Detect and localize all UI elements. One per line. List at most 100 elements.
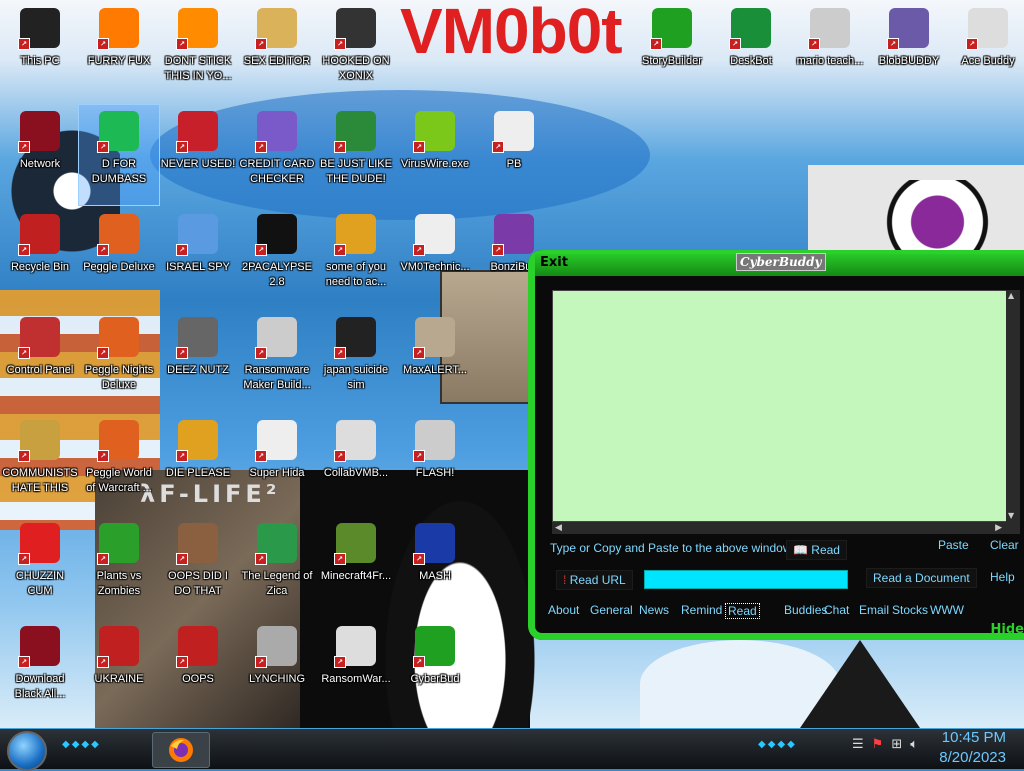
taskbar-app-firefox[interactable] — [152, 732, 210, 768]
action-center-icon[interactable]: ☰ — [852, 737, 864, 752]
desktop-icon[interactable]: ↗ VirusWire.exe — [395, 105, 475, 205]
window-app-icon: ↗ — [255, 317, 297, 359]
tab-www[interactable]: WWW — [930, 603, 964, 617]
desktop-icon[interactable]: ↗ 2PACALYPSE 2.8 — [237, 208, 317, 308]
desktop-icon-label: HOOKED ON XONIX — [322, 55, 390, 82]
cyberbuddy-window[interactable]: Exit CyberBuddy ▲ ▼ ◀ ▶ Type or Copy and… — [528, 250, 1024, 640]
desktop-icon[interactable]: ↗ LYNCHING — [237, 620, 317, 720]
tab-read[interactable]: Read — [725, 603, 760, 619]
read-button[interactable]: 📖 Read — [786, 540, 847, 560]
devcpp-icon: ↗ — [176, 111, 218, 153]
desktop-icon[interactable]: ↗ Peggle Nights Deluxe — [79, 311, 159, 411]
scroll-left-arrow-icon[interactable]: ◀ — [555, 522, 562, 534]
desktop-icon[interactable]: ↗ DEEZ NUTZ — [158, 311, 238, 411]
desktop-icon[interactable]: ↗ DeskBot — [711, 2, 791, 102]
oops-icon: ↗ — [176, 626, 218, 668]
desktop-icon[interactable]: ↗ mario teach... — [790, 2, 870, 102]
desktop-icon[interactable]: ↗ Peggle World of Warcraft ... — [79, 414, 159, 514]
dog-icon: ↗ — [334, 214, 376, 256]
desktop-icon[interactable]: ↗ FURRY FUX — [79, 2, 159, 102]
desktop-icon[interactable]: ↗ Ace Buddy — [948, 2, 1024, 102]
desktop-icon[interactable]: ↗ SEX EDITOR — [237, 2, 317, 102]
shortcut-arrow-icon: ↗ — [18, 656, 30, 668]
scroll-down-arrow-icon[interactable]: ▼ — [1008, 512, 1018, 520]
desktop-icon[interactable]: ↗ Network — [0, 105, 80, 205]
tab-stocks[interactable]: Stocks — [892, 603, 928, 617]
vertical-scrollbar[interactable]: ▲ ▼ — [1006, 290, 1020, 522]
clock[interactable]: 10:45 PM 8/20/2023 — [939, 728, 1006, 768]
desktop-icon[interactable]: ↗ Minecraft4Fr... — [316, 517, 396, 617]
read-document-button[interactable]: Read a Document — [866, 568, 977, 588]
text-input-pane[interactable] — [552, 290, 1008, 522]
desktop-icon[interactable]: ↗ FLASH! — [395, 414, 475, 514]
lime-icon: ↗ — [413, 111, 455, 153]
shortcut-arrow-icon: ↗ — [176, 656, 188, 668]
desktop-icon-label: Peggle Deluxe — [83, 261, 155, 273]
read-url-button[interactable]: ⁞ Read URL — [556, 570, 633, 590]
shortcut-arrow-icon: ↗ — [176, 450, 188, 462]
desktop-icon[interactable]: ↗ some of you need to ac... — [316, 208, 396, 308]
desktop-icon[interactable]: ↗ The Legend of Zica — [237, 517, 317, 617]
shortcut-arrow-icon: ↗ — [255, 141, 267, 153]
desktop-icon[interactable]: ↗ PB — [474, 105, 554, 205]
desktop-icon[interactable]: ↗ UKRAINE — [79, 620, 159, 720]
url-input[interactable] — [644, 570, 848, 589]
help-button[interactable]: Help — [984, 568, 1021, 586]
desktop-icon[interactable]: ↗ MaxALERT... — [395, 311, 475, 411]
desktop-icon[interactable]: ↗ CollabVMB... — [316, 414, 396, 514]
desktop-icon[interactable]: ↗ MASH — [395, 517, 475, 617]
shortcut-arrow-icon: ↗ — [255, 347, 267, 359]
desktop-icon[interactable]: ↗ japan suicide sim — [316, 311, 396, 411]
desktop-icon[interactable]: ↗ Recycle Bin — [0, 208, 80, 308]
shortcut-arrow-icon: ↗ — [650, 38, 662, 50]
tab-about[interactable]: About — [548, 603, 579, 617]
tab-remind[interactable]: Remind — [681, 603, 722, 617]
desktop-icon[interactable]: ↗ D FOR DUMBASS — [78, 104, 160, 206]
desktop-icon[interactable]: ↗ CyberBud — [395, 620, 475, 720]
desktop-icon[interactable]: ↗ HOOKED ON XONIX — [316, 2, 396, 102]
taskbar-decoration-right: ◆◆◆◆ — [758, 739, 797, 750]
horizontal-scrollbar[interactable]: ◀ ▶ — [552, 522, 1020, 534]
tab-chat[interactable]: Chat — [824, 603, 849, 617]
desktop-icon[interactable]: ↗ NEVER USED! — [158, 105, 238, 205]
read-button-label: Read — [811, 543, 840, 557]
scroll-up-arrow-icon[interactable]: ▲ — [1008, 292, 1018, 300]
shortcut-arrow-icon: ↗ — [176, 244, 188, 256]
desktop-icon[interactable]: ↗ CHUZZIN CUM — [0, 517, 80, 617]
desktop-icon[interactable]: ↗ DIE PLEASE — [158, 414, 238, 514]
tab-news[interactable]: News — [639, 603, 669, 617]
desktop-icon[interactable]: ↗ BlobBUDDY — [869, 2, 949, 102]
desktop-icon[interactable]: ↗ OOPS DID I DO THAT — [158, 517, 238, 617]
desktop-icon[interactable]: ↗ COMMUNISTS HATE THIS G... — [0, 414, 80, 514]
clear-button[interactable]: Clear — [984, 536, 1024, 554]
shortcut-arrow-icon: ↗ — [97, 450, 109, 462]
desktop-icon[interactable]: ↗ RansomWar... — [316, 620, 396, 720]
desktop-icon[interactable]: ↗ ISRAEL SPY — [158, 208, 238, 308]
desktop-icon[interactable]: ↗ BE JUST LIKE THE DUDE! — [316, 105, 396, 205]
exit-button[interactable]: Exit — [540, 255, 568, 270]
desktop-icon[interactable]: ↗ CREDIT CARD CHECKER — [237, 105, 317, 205]
scroll-right-arrow-icon[interactable]: ▶ — [995, 522, 1002, 534]
warning-flag-icon[interactable]: ⚑ — [872, 737, 884, 752]
start-button[interactable] — [7, 731, 47, 771]
network-icon[interactable]: ⊞ — [891, 737, 902, 752]
desktop-icon[interactable]: ↗ Peggle Deluxe — [79, 208, 159, 308]
desktop-icon[interactable]: ↗ Control Panel — [0, 311, 80, 411]
desktop-icon[interactable]: ↗ Plants vs Zombies — [79, 517, 159, 617]
desktop-icon[interactable]: ↗ OOPS — [158, 620, 238, 720]
network-icon: ↗ — [18, 626, 60, 668]
desktop-icon[interactable]: ↗ DONT STICK THIS IN YO... — [158, 2, 238, 102]
desktop-icon-label: DEEZ NUTZ — [167, 364, 229, 376]
desktop-icon[interactable]: ↗ Download Black All... — [0, 620, 80, 720]
desktop-icon[interactable]: ↗ This PC — [0, 2, 80, 102]
volume-icon[interactable]: 🔈︎ — [910, 737, 918, 752]
hide-button[interactable]: Hide — [991, 622, 1024, 637]
desktop-icon[interactable]: ↗ StoryBuilder — [632, 2, 712, 102]
tab-general[interactable]: General — [590, 603, 633, 617]
desktop-icon[interactable]: ↗ Super Hida — [237, 414, 317, 514]
tab-buddies[interactable]: Buddies — [784, 603, 827, 617]
tab-email[interactable]: Email — [859, 603, 889, 617]
desktop-icon[interactable]: ↗ VM0Technic... — [395, 208, 475, 308]
paste-button[interactable]: Paste — [932, 536, 975, 554]
desktop-icon[interactable]: ↗ Ransomware Maker Build... — [237, 311, 317, 411]
